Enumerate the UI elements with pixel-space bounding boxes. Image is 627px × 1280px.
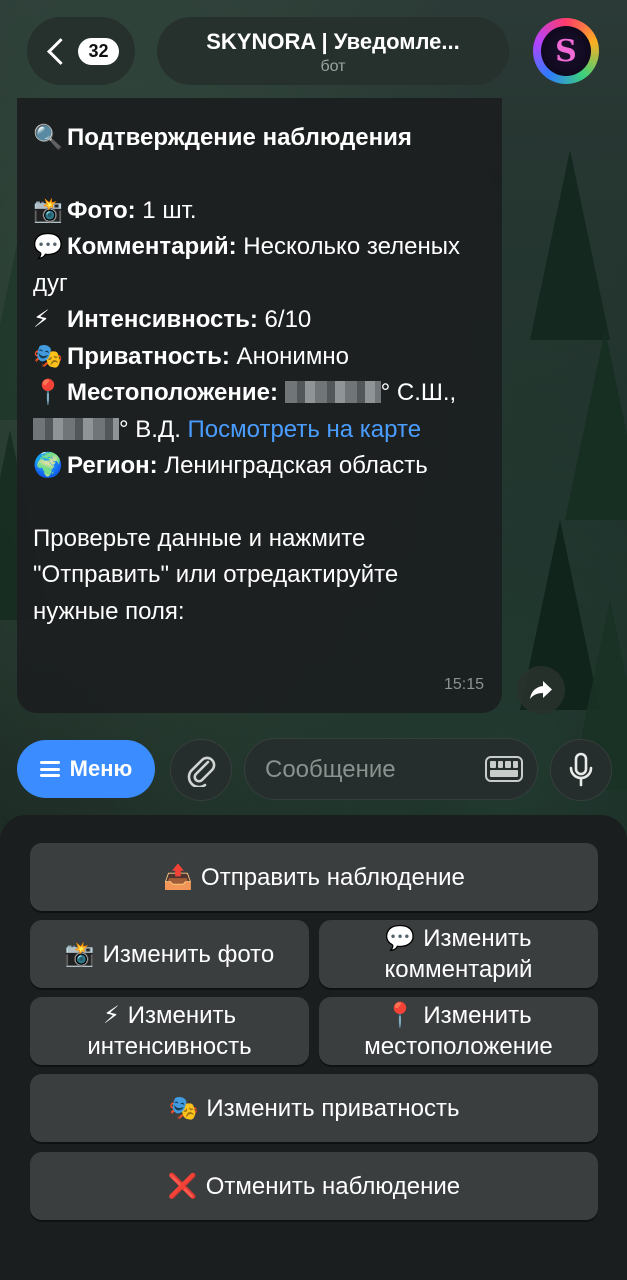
latitude-redacted — [284, 381, 381, 403]
photo-value: 1 шт. — [135, 196, 197, 224]
comment-line: 💬 Комментарий: Несколько зеленых дуг — [33, 229, 486, 302]
unread-count-badge: 32 — [78, 37, 119, 65]
region-label: Регион: — [67, 452, 158, 479]
message-footer-text: Проверьте данные и нажмите "Отправить" и… — [33, 524, 399, 625]
bot-avatar[interactable]: S — [533, 18, 599, 84]
privacy-value: Анонимно — [229, 342, 349, 370]
edit-intensity-button[interactable]: ⚡ Изменить интенсивность — [30, 997, 309, 1065]
map-pin-icon: 📍 — [33, 379, 63, 406]
menu-label: Меню — [69, 756, 133, 781]
send-observation-button[interactable]: 📤 Отправить наблюдение — [30, 843, 598, 911]
privacy-label: Приватность: — [67, 342, 230, 370]
chat-subtitle: бот — [320, 58, 346, 75]
edit-privacy-button[interactable]: 🎭 Изменить приватность — [30, 1074, 598, 1142]
edit-location-line2: местоположение — [364, 1033, 553, 1060]
map-pin-icon: 📍 — [385, 1002, 416, 1029]
attach-button[interactable] — [170, 739, 232, 801]
message-input[interactable] — [263, 739, 467, 801]
microphone-button[interactable] — [550, 739, 612, 801]
globe-icon: 🌍 — [33, 452, 63, 479]
message-heading-line: 🔍 Подтверждение наблюдения — [33, 120, 486, 157]
intensity-value: 6/10 — [257, 306, 312, 333]
chat-title-pill[interactable]: SKYNORA | Уведомле... бот — [157, 17, 509, 85]
location-label: Местоположение: — [67, 379, 278, 406]
keyboard-icon[interactable] — [485, 756, 523, 782]
edit-comment-label: 💬 Изменить комментарий — [385, 923, 533, 985]
edit-comment-button[interactable]: 💬 Изменить комментарий — [319, 920, 598, 988]
chat-screen: 32 SKYNORA | Уведомле... бот S 🔍 Подтверж… — [0, 0, 627, 1280]
edit-location-button[interactable]: 📍 Изменить местоположение — [319, 997, 598, 1065]
edit-intensity-line1: Изменить — [127, 1002, 237, 1029]
background-tree — [530, 150, 610, 340]
edit-privacy-label: Изменить приватность — [206, 1094, 460, 1122]
theater-masks-icon: 🎭 — [168, 1094, 199, 1122]
speech-bubble-icon: 💬 — [385, 925, 416, 952]
menu-button[interactable]: Меню — [17, 740, 155, 798]
view-on-map-link[interactable]: Посмотреть на карте — [188, 416, 422, 443]
edit-intensity-label: ⚡ Изменить интенсивность — [87, 1000, 251, 1062]
lightning-icon: ⚡ — [33, 306, 50, 333]
chevron-left-icon — [47, 37, 75, 65]
edit-comment-line1: Изменить — [423, 925, 532, 952]
edit-photo-button[interactable]: 📸 Изменить фото — [30, 920, 309, 988]
privacy-line: 🎭 Приватность: Анонимно — [33, 339, 486, 376]
comment-label: Комментарий: — [67, 233, 237, 260]
forward-button[interactable] — [517, 666, 565, 714]
background-tree — [565, 330, 627, 520]
message-field[interactable] — [244, 738, 538, 801]
latitude-suffix: ° С.Ш., — [380, 379, 457, 406]
message-bubble: 🔍 Подтверждение наблюдения 📸 Фото: 1 шт. 💬… — [17, 98, 502, 713]
outbox-tray-icon: 📤 — [163, 863, 194, 891]
message-time: 15:15 — [443, 675, 484, 693]
edit-comment-line2: комментарий — [384, 956, 533, 983]
back-button[interactable]: 32 — [27, 17, 135, 85]
camera-flash-icon: 📸 — [64, 940, 95, 968]
cancel-observation-button[interactable]: ❌ Отменить наблюдение — [30, 1152, 598, 1220]
hamburger-icon — [39, 761, 60, 777]
theater-masks-icon: 🎭 — [33, 342, 63, 370]
intensity-label: Интенсивность: — [67, 306, 258, 333]
edit-photo-label: Изменить фото — [102, 940, 275, 968]
forward-arrow-icon — [530, 681, 552, 699]
speech-bubble-icon: 💬 — [33, 233, 63, 260]
longitude-redacted — [33, 417, 119, 440]
bot-keyboard: 📤 Отправить наблюдение 📸 Изменить фото 💬… — [0, 815, 627, 1280]
lightning-icon: ⚡ — [102, 1002, 120, 1029]
microphone-icon — [569, 752, 593, 787]
logo-s-icon: S — [541, 26, 591, 76]
chat-title: SKYNORA | Уведомле... — [206, 29, 460, 54]
intensity-line: ⚡ Интенсивность: 6/10 — [33, 302, 486, 339]
edit-intensity-line2: интенсивность — [87, 1033, 252, 1060]
location-line: 📍 Местоположение: ° С.Ш., ° В.Д. Посмотре… — [33, 375, 486, 448]
magnifier-icon: 🔍 — [33, 124, 63, 151]
edit-location-label: 📍 Изменить местоположение — [364, 1000, 553, 1062]
longitude-suffix: ° В.Д. — [119, 415, 188, 443]
send-observation-label: Отправить наблюдение — [201, 863, 465, 891]
camera-flash-icon: 📸 — [33, 196, 63, 224]
cancel-observation-label: Отменить наблюдение — [205, 1172, 461, 1200]
message-heading: Подтверждение наблюдения — [67, 124, 412, 151]
photo-line: 📸 Фото: 1 шт. — [33, 193, 486, 230]
edit-location-line1: Изменить — [423, 1002, 532, 1029]
region-value: Ленинградская область — [157, 452, 428, 479]
paperclip-icon — [187, 756, 216, 787]
photo-label: Фото: — [67, 196, 136, 224]
region-line: 🌍 Регион: Ленинградская область — [33, 448, 486, 485]
cross-mark-icon: ❌ — [167, 1172, 198, 1200]
